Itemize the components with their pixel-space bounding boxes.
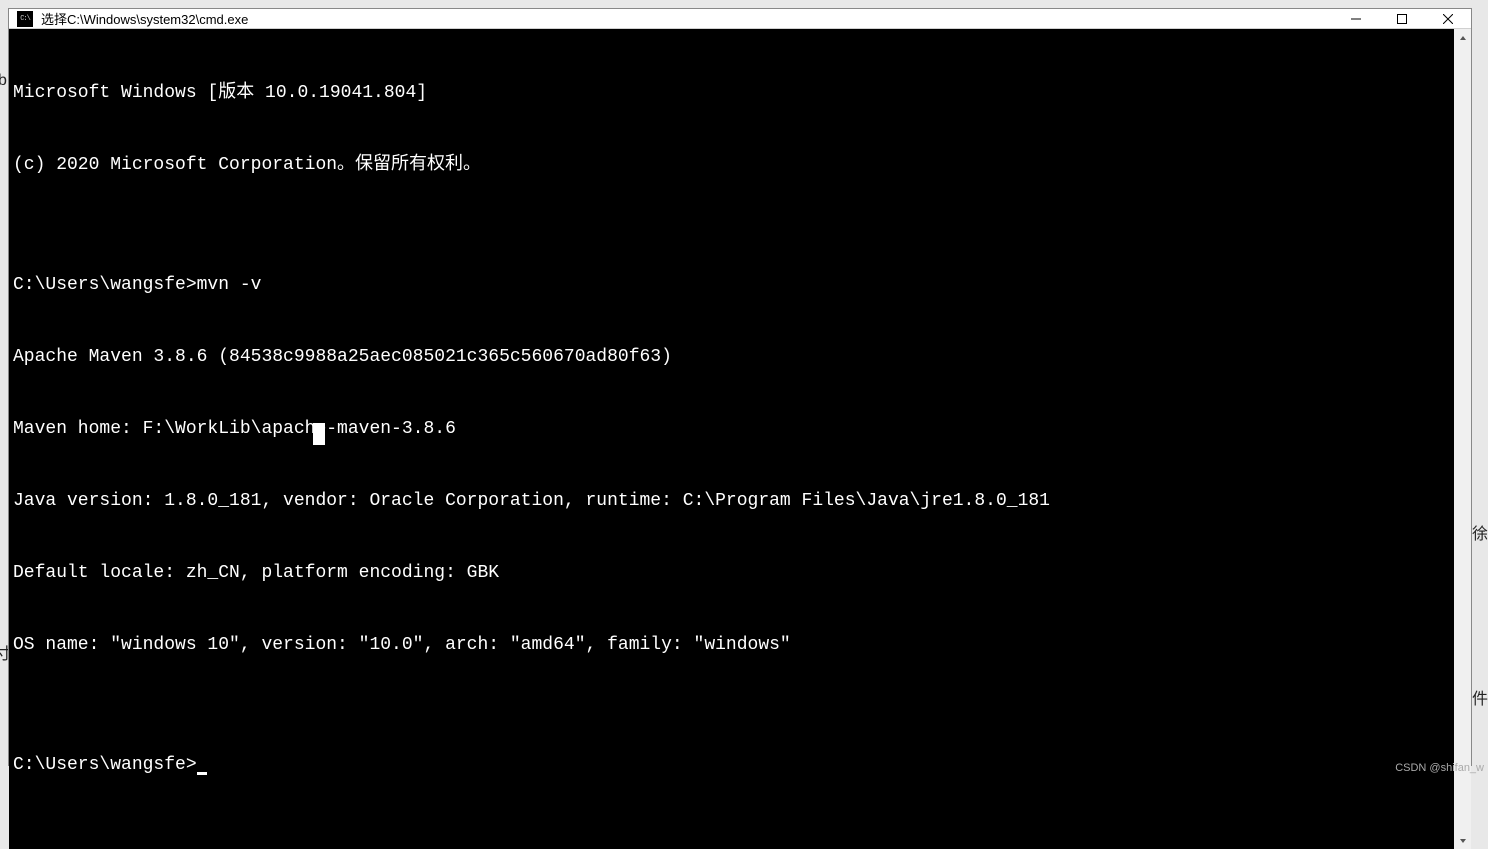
maximize-icon xyxy=(1397,14,1407,24)
terminal-line: (c) 2020 Microsoft Corporation。保留所有权利。 xyxy=(13,153,1454,177)
terminal-line: Microsoft Windows [版本 10.0.19041.804] xyxy=(13,81,1454,105)
close-icon xyxy=(1443,14,1453,24)
terminal-prompt-line: C:\Users\wangsfe> xyxy=(13,753,1454,777)
cmd-window: C:\ 选择C:\Windows\system32\cmd.exe Micros… xyxy=(8,8,1472,766)
cmd-icon: C:\ xyxy=(17,11,33,27)
terminal-line: Apache Maven 3.8.6 (84538c9988a25aec0850… xyxy=(13,345,1454,369)
terminal-line: Java version: 1.8.0_181, vendor: Oracle … xyxy=(13,489,1454,513)
terminal-scrollbar[interactable] xyxy=(1454,29,1471,849)
cmd-icon-text: C:\ xyxy=(20,15,30,23)
scrollbar-up-button[interactable] xyxy=(1454,29,1471,46)
terminal-line: Default locale: zh_CN, platform encoding… xyxy=(13,561,1454,585)
terminal-line: Maven home: F:\WorkLib\apache-maven-3.8.… xyxy=(13,417,1454,441)
scrollbar-down-button[interactable] xyxy=(1454,832,1471,849)
window-titlebar[interactable]: C:\ 选择C:\Windows\system32\cmd.exe xyxy=(9,9,1471,29)
minimize-icon xyxy=(1351,14,1361,24)
bg-fragment: 徐 xyxy=(1472,520,1488,544)
watermark-text: CSDN @shifan_w xyxy=(1395,762,1484,774)
terminal-container: Microsoft Windows [版本 10.0.19041.804] (c… xyxy=(9,29,1471,849)
close-button[interactable] xyxy=(1425,9,1471,28)
bg-fragment: 件 xyxy=(1472,685,1488,709)
maximize-button[interactable] xyxy=(1379,9,1425,28)
bg-fragment: b xyxy=(0,72,7,90)
minimize-button[interactable] xyxy=(1333,9,1379,28)
terminal-prompt: C:\Users\wangsfe> xyxy=(13,755,197,775)
window-controls xyxy=(1333,9,1471,28)
chevron-down-icon xyxy=(1459,837,1467,845)
terminal-line: C:\Users\wangsfe>mvn -v xyxy=(13,273,1454,297)
window-title: 选择C:\Windows\system32\cmd.exe xyxy=(41,9,1333,28)
terminal-output[interactable]: Microsoft Windows [版本 10.0.19041.804] (c… xyxy=(9,29,1454,849)
terminal-line: OS name: "windows 10", version: "10.0", … xyxy=(13,633,1454,657)
text-cursor xyxy=(197,772,207,775)
chevron-up-icon xyxy=(1459,34,1467,42)
selection-cursor xyxy=(313,423,325,445)
